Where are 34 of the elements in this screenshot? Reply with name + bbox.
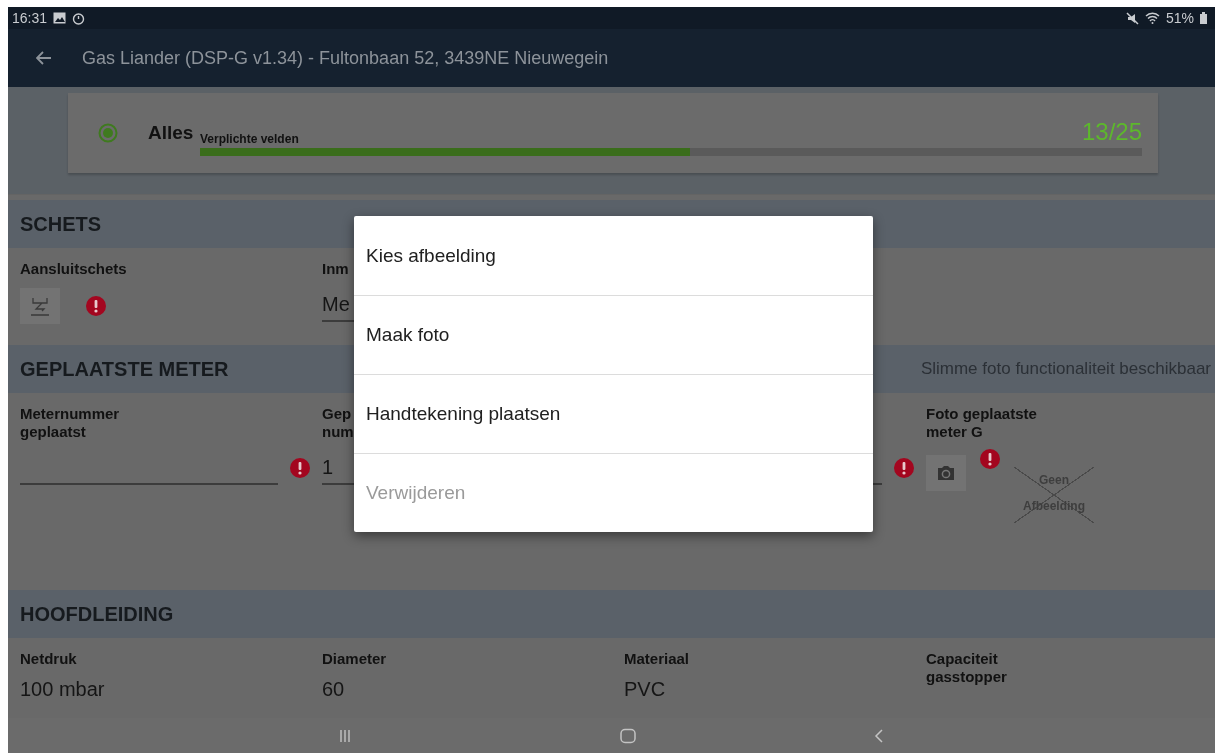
radio-button[interactable] — [98, 123, 118, 143]
field-label: Diameter — [322, 650, 387, 668]
section-header: HOOFDLEIDING — [8, 590, 1215, 638]
field-label: Gep num — [322, 405, 354, 441]
status-time: 16:31 — [12, 10, 48, 26]
field-value: 100 mbar — [20, 678, 106, 701]
camera-button[interactable] — [926, 455, 966, 491]
field-label: Materiaal — [624, 650, 690, 668]
sketch-button[interactable] — [20, 288, 60, 324]
image-icon — [53, 12, 67, 24]
field-value: 60 — [322, 678, 346, 701]
field-value: PVC — [624, 678, 667, 701]
wifi-icon — [1144, 12, 1160, 24]
app-title: Gas Liander (DSP-G v1.34) - Fultonbaan 52, 3439NE Nieuwegein — [82, 47, 609, 69]
field-label: Aansluitschets — [20, 260, 127, 278]
battery-level: 51% — [1165, 10, 1194, 26]
progress-count: 13/25 — [1081, 118, 1142, 146]
dialog-option[interactable]: Maak foto — [354, 295, 873, 374]
timer-icon — [72, 11, 86, 25]
field-label: Capaciteit gasstopper — [926, 650, 1007, 686]
field-label: Foto geplaatste meter G — [926, 405, 1037, 441]
recent-apps-icon[interactable] — [338, 728, 352, 743]
sketch-icon — [29, 295, 51, 317]
back-icon[interactable] — [874, 728, 884, 743]
mute-icon — [1125, 11, 1139, 25]
progress-caption: Verplichte velden — [200, 132, 299, 146]
home-icon[interactable] — [620, 727, 636, 744]
field-label: Inm — [322, 260, 349, 278]
dialog-option[interactable]: Handtekening plaatsen — [354, 374, 873, 453]
field-label: Meternummer geplaatst — [20, 405, 120, 441]
camera-icon — [936, 465, 956, 481]
back-icon[interactable] — [36, 51, 52, 65]
field-label: Netdruk — [20, 650, 77, 668]
battery-icon — [1200, 12, 1207, 24]
